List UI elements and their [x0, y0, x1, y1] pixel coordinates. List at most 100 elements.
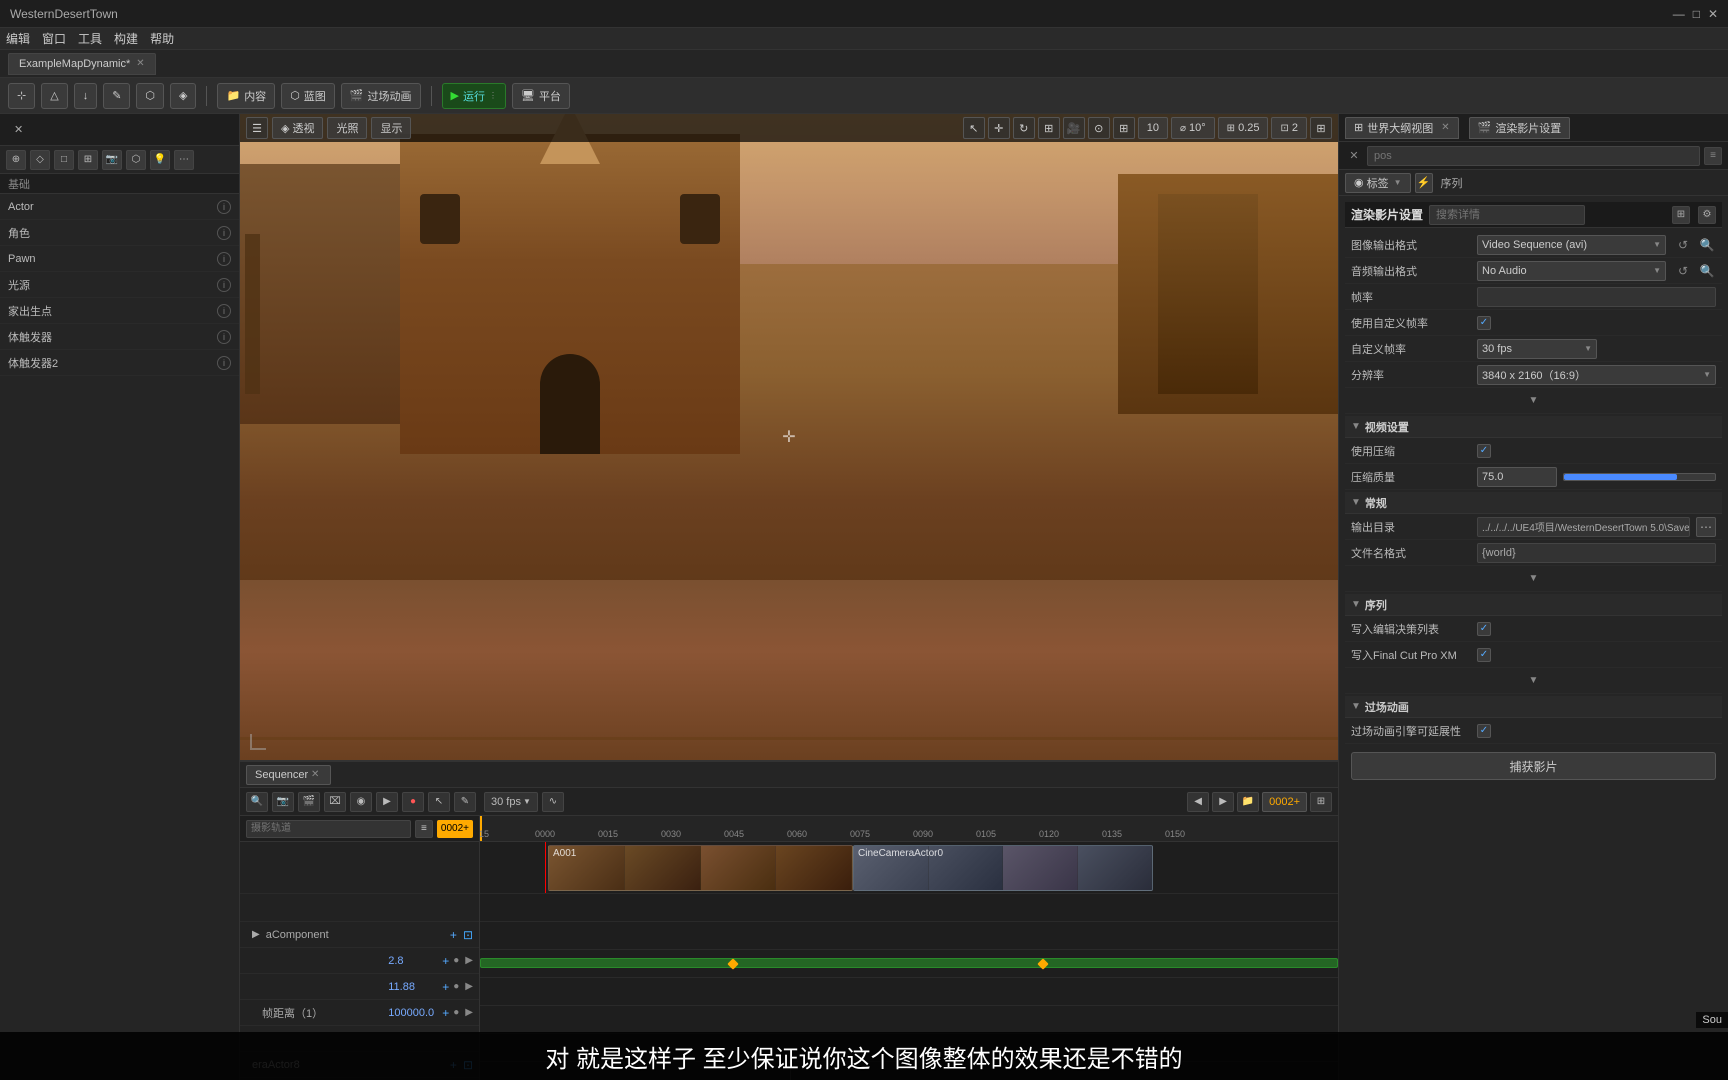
seq-next-btn[interactable]: ▶ — [1212, 792, 1234, 812]
vp-rot-value[interactable]: ⌀ 10° — [1171, 117, 1215, 139]
outliner-close-btn[interactable]: ✕ — [1345, 147, 1363, 165]
rs-compression-checkbox[interactable]: ✓ — [1477, 444, 1491, 458]
panel-item-actor[interactable]: Actor i — [0, 194, 239, 220]
panel-item-spawn[interactable]: 家出生点 i — [0, 298, 239, 324]
comp-row-val2[interactable]: 11.88 + ● ▶ — [240, 974, 479, 1000]
menu-edit[interactable]: 编辑 — [6, 30, 30, 47]
seq-curve-btn[interactable]: ∿ — [542, 792, 564, 812]
comp-row-val1[interactable]: 2.8 + ● ▶ — [240, 948, 479, 974]
minimize-button[interactable]: — — [1673, 7, 1685, 21]
world-outliner-tab[interactable]: ⊞ 世界大纲视图 ✕ — [1345, 117, 1459, 139]
panel-icon-camera[interactable]: 📷 — [102, 150, 122, 170]
vp-grid-value[interactable]: 10 — [1138, 117, 1168, 139]
rs-output-dir-field[interactable]: ../../../../UE4项目/WesternDesertTown 5.0\… — [1477, 517, 1690, 537]
rs-capture-btn[interactable]: 捕获影片 — [1351, 752, 1716, 780]
rs-output-dir-browse[interactable]: ⋯ — [1696, 517, 1716, 537]
common-expand-icon[interactable]: ▼ — [1529, 573, 1539, 584]
panel-icon-light[interactable]: 💡 — [150, 150, 170, 170]
comp-add-btn3[interactable]: + — [442, 980, 449, 994]
seq-expand-icon[interactable]: ▼ — [1529, 675, 1539, 686]
panel-item-character[interactable]: 角色 i — [0, 220, 239, 246]
close-button[interactable]: ✕ — [1708, 7, 1718, 21]
viewport-show-btn[interactable]: 显示 — [371, 117, 411, 139]
rs-image-format-reset[interactable]: ↺ — [1674, 236, 1692, 254]
rs-edl-checkbox[interactable]: ✓ — [1477, 622, 1491, 636]
vp-rotate-icon[interactable]: ↻ — [1013, 117, 1035, 139]
comp-dot-btn2[interactable]: ● — [453, 955, 459, 966]
close-panel-btn[interactable]: ✕ — [6, 118, 31, 142]
render-movie-tab[interactable]: 🎬 渲染影片设置 — [1469, 117, 1571, 139]
viewport-lighting-btn[interactable]: 光照 — [327, 117, 367, 139]
comp-layer-btn[interactable]: ⊡ — [463, 928, 473, 942]
toolbar-platform-btn[interactable]: 🖥 平台 — [512, 83, 570, 109]
tab-close-icon[interactable]: ✕ — [136, 58, 144, 69]
seq-filter-btn[interactable]: ≡ — [415, 820, 433, 838]
rs-search-input[interactable] — [1429, 205, 1585, 225]
comp-add-btn2[interactable]: + — [442, 954, 449, 968]
comp-right-btn4[interactable]: ▶ — [465, 1007, 473, 1018]
keyframe-1[interactable] — [727, 958, 738, 969]
vp-snap-icon[interactable]: ⊙ — [1088, 117, 1110, 139]
toolbar-landscape-btn[interactable]: △ — [41, 83, 67, 109]
rs-audio-format-dropdown[interactable]: No Audio ▼ — [1477, 261, 1666, 281]
vp-maximize-icon[interactable]: ⊞ — [1310, 117, 1332, 139]
panel-icon-cube[interactable]: ⬡ — [126, 150, 146, 170]
rs-quality-input[interactable]: 75.0 — [1477, 467, 1557, 487]
vp-grid-icon[interactable]: ⊞ — [1113, 117, 1135, 139]
seq-expand-btn[interactable]: ⊞ — [1310, 792, 1332, 812]
outliner-search-input[interactable] — [1367, 146, 1700, 166]
panel-icon-box[interactable]: □ — [54, 150, 74, 170]
viewport-menu-btn[interactable]: ☰ — [246, 117, 268, 139]
tags-tab[interactable]: ◉ 标签 ▼ — [1345, 173, 1411, 193]
seq-record-btn[interactable]: ● — [402, 792, 424, 812]
seq-search-btn[interactable]: 🔍 — [246, 792, 268, 812]
vp-select-icon[interactable]: ↖ — [963, 117, 985, 139]
panel-item-trigger1[interactable]: 体触发器 i — [0, 324, 239, 350]
vp-move-icon[interactable]: ✛ — [988, 117, 1010, 139]
comp-right-btn3[interactable]: ▶ — [465, 981, 473, 992]
seq-play-btn[interactable]: ▶ — [376, 792, 398, 812]
comp-add-btn4[interactable]: + — [442, 1006, 449, 1020]
toolbar-content-btn[interactable]: 📁 内容 — [217, 83, 275, 109]
toolbar-run-btn[interactable]: ▶ 运行 ⋮ — [442, 83, 506, 109]
vp-camera-icon[interactable]: 🎥 — [1063, 117, 1085, 139]
panel-item-pawn[interactable]: Pawn i — [0, 246, 239, 272]
panel-icon-misc[interactable]: ⋯ — [174, 150, 194, 170]
title-bar-controls[interactable]: — □ ✕ — [1673, 7, 1718, 21]
comp-dot-btn4[interactable]: ● — [453, 1007, 459, 1018]
rs-settings-btn[interactable]: ⚙ — [1698, 206, 1716, 224]
panel-icon-grid[interactable]: ⊞ — [78, 150, 98, 170]
toolbar-geometry-btn[interactable]: ⬡ — [136, 83, 164, 109]
viewport-perspective-btn[interactable]: ◈ 透视 — [272, 117, 323, 139]
vp-layer-value[interactable]: ⊡ 2 — [1271, 117, 1307, 139]
rs-custom-rate-dropdown[interactable]: 30 fps ▼ — [1477, 339, 1597, 359]
rs-image-format-dropdown[interactable]: Video Sequence (avi) ▼ — [1477, 235, 1666, 255]
seq-camera-btn[interactable]: 📷 — [272, 792, 294, 812]
toolbar-cinematic-btn[interactable]: 🎬 过场动画 — [341, 83, 421, 109]
menu-tools[interactable]: 工具 — [78, 30, 102, 47]
panel-item-trigger2[interactable]: 体触发器2 i — [0, 350, 239, 376]
menu-help[interactable]: 帮助 — [150, 30, 174, 47]
rs-fcp-checkbox[interactable]: ✓ — [1477, 648, 1491, 662]
toolbar-volume-btn[interactable]: ◈ — [170, 83, 196, 109]
toolbar-select-btn[interactable]: ⊹ — [8, 83, 35, 109]
maximize-button[interactable]: □ — [1693, 7, 1700, 21]
toolbar-brush-btn[interactable]: ✎ — [103, 83, 130, 109]
seq-close-btn[interactable]: ✕ — [308, 768, 322, 782]
comp-add-btn[interactable]: + — [450, 928, 457, 942]
rs-resolution-dropdown[interactable]: 3840 x 2160（16:9） ▼ — [1477, 365, 1716, 385]
rs-quality-slider[interactable] — [1563, 473, 1716, 481]
viewport[interactable]: ✛ ☰ ◈ 透视 光照 显示 ↖ ✛ — [240, 114, 1338, 760]
rs-trans-checkbox[interactable]: ✓ — [1477, 724, 1491, 738]
comp-row-component[interactable]: ▶ aComponent + ⊡ — [240, 922, 479, 948]
panel-icon-shape[interactable]: ◇ — [30, 150, 50, 170]
outliner-filter-btn[interactable]: ≡ — [1704, 147, 1722, 165]
seq-eye-btn[interactable]: ◉ — [350, 792, 372, 812]
comp-dot-btn3[interactable]: ● — [453, 981, 459, 992]
seq-select-btn[interactable]: ↖ — [428, 792, 450, 812]
panel-icon-place[interactable]: ⊕ — [6, 150, 26, 170]
vp-scale-icon[interactable]: ⊞ — [1038, 117, 1060, 139]
panel-item-light[interactable]: 光源 i — [0, 272, 239, 298]
seq-prev-btn[interactable]: ◀ — [1187, 792, 1209, 812]
seq-key-btn[interactable]: ⌧ — [324, 792, 346, 812]
